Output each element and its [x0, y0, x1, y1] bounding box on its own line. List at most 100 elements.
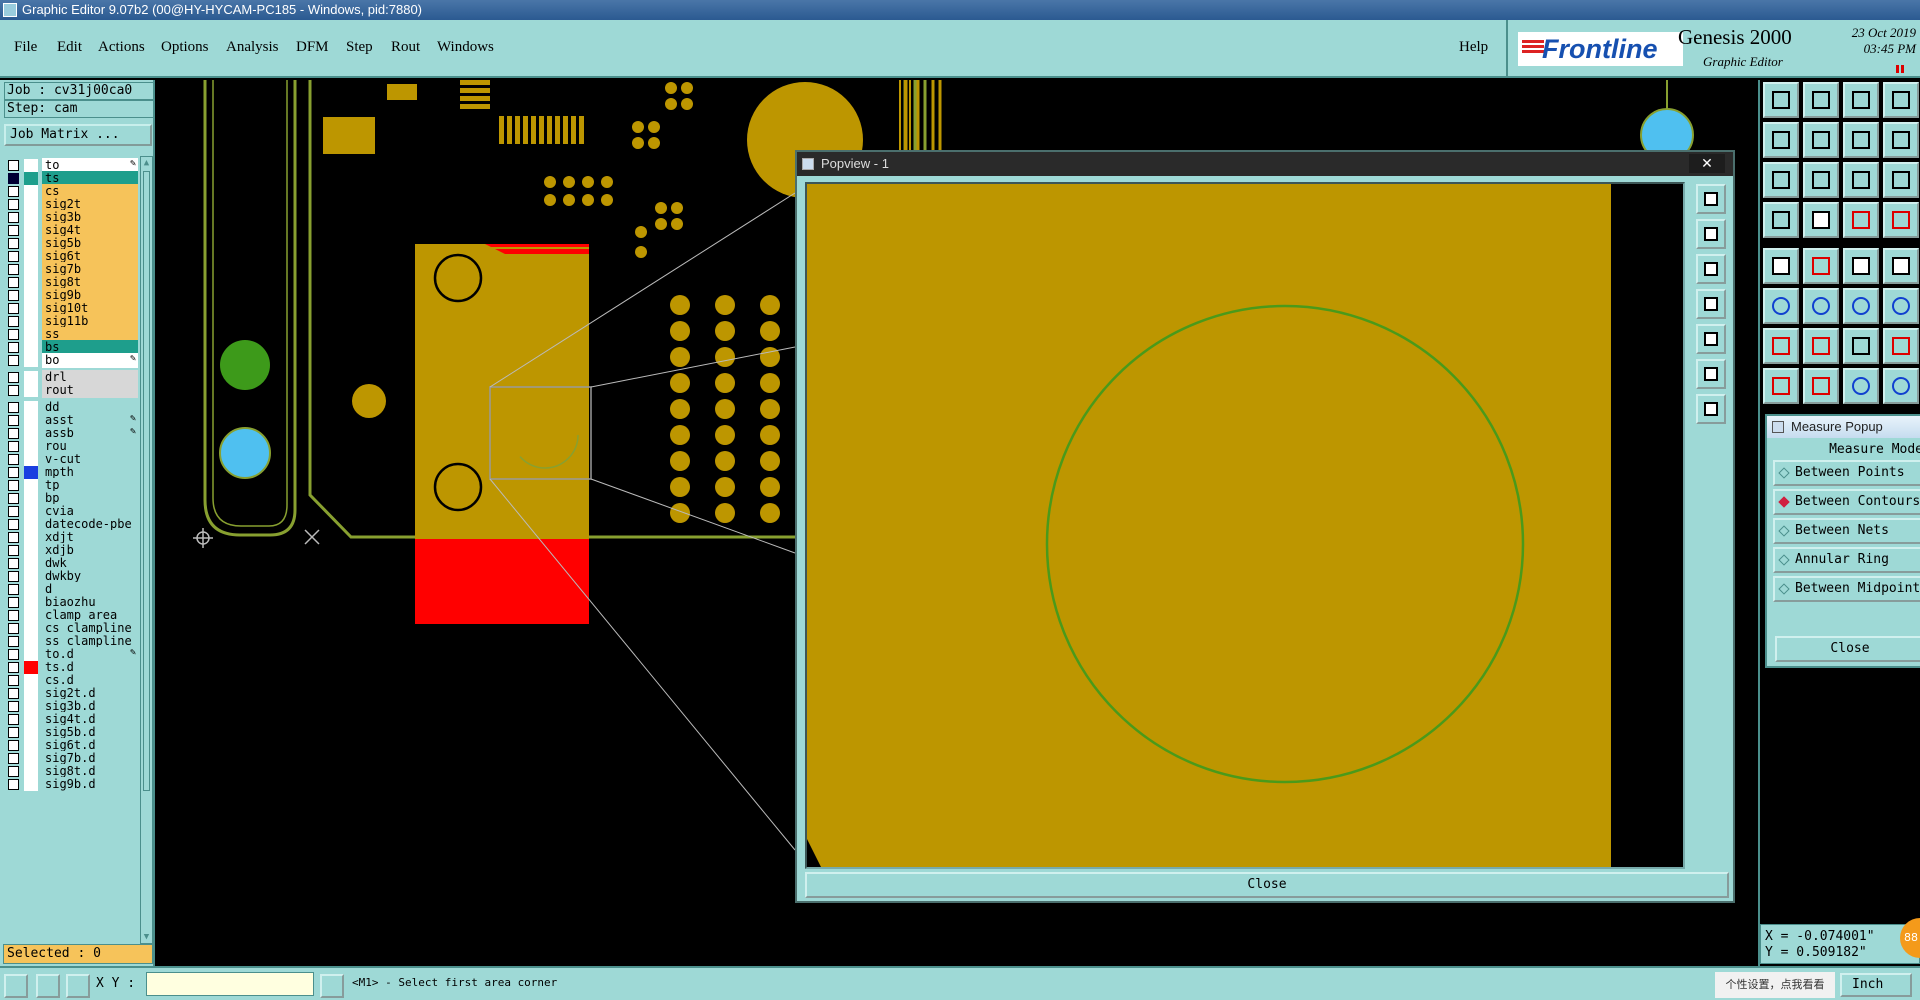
layers-icon[interactable] — [1843, 202, 1879, 238]
layer-checkbox[interactable] — [8, 727, 19, 738]
menu-options[interactable]: Options — [161, 39, 209, 56]
download-icon[interactable] — [1803, 82, 1839, 118]
help-icon[interactable] — [1883, 162, 1919, 198]
popview-canvas[interactable] — [805, 182, 1685, 869]
layer-checkbox[interactable] — [8, 199, 19, 210]
measure-option-between-nets[interactable]: Between Nets — [1773, 518, 1920, 544]
layer-checkbox[interactable] — [8, 766, 19, 777]
snap-icon[interactable] — [1763, 202, 1799, 238]
zoom-corner-icon[interactable] — [4, 974, 28, 998]
layer-checkbox[interactable] — [8, 701, 19, 712]
layer-compare-icon[interactable] — [1883, 202, 1919, 238]
area-icon[interactable] — [1803, 248, 1839, 284]
layer-row-sig9b.d[interactable]: sig9b.d — [4, 777, 139, 792]
info-icon[interactable] — [320, 974, 344, 998]
layer-checkbox[interactable] — [8, 415, 19, 426]
move-left-icon[interactable] — [1763, 122, 1799, 158]
layer-checkbox[interactable] — [8, 532, 19, 543]
layer-checkbox[interactable] — [8, 584, 19, 595]
layer-color-swatch[interactable] — [24, 354, 38, 367]
cross-icon[interactable] — [1803, 288, 1839, 324]
layer-checkbox[interactable] — [8, 372, 19, 383]
layer-checkbox[interactable] — [8, 597, 19, 608]
layer-checkbox[interactable] — [8, 467, 19, 478]
popview-tool-home-icon[interactable] — [1696, 219, 1726, 249]
layer-row-bo[interactable]: bo ✎ — [4, 353, 139, 368]
arc-icon[interactable] — [1843, 328, 1879, 364]
layer-checkbox[interactable] — [8, 173, 19, 184]
point-icon[interactable] — [1843, 288, 1879, 324]
layer-checkbox[interactable] — [8, 545, 19, 556]
layer-checkbox[interactable] — [8, 355, 19, 366]
measure-title-bar[interactable]: Measure Popup — [1767, 416, 1920, 438]
grid-view-icon[interactable] — [1803, 202, 1839, 238]
layer-checkbox[interactable] — [8, 558, 19, 569]
xy-input[interactable] — [146, 972, 314, 996]
layer-checkbox[interactable] — [8, 571, 19, 582]
layer-checkbox[interactable] — [8, 506, 19, 517]
cut-icon[interactable] — [1883, 122, 1919, 158]
measure-option-between-midpoints[interactable]: Between Midpoints — [1773, 576, 1920, 602]
layer-checkbox[interactable] — [8, 740, 19, 751]
layer-checkbox[interactable] — [8, 342, 19, 353]
layer-checkbox[interactable] — [8, 779, 19, 790]
menu-file[interactable]: File — [14, 39, 37, 56]
select-icon[interactable] — [1763, 82, 1799, 118]
layer-checkbox[interactable] — [8, 662, 19, 673]
layer-checkbox[interactable] — [8, 610, 19, 621]
menu-actions[interactable]: Actions — [98, 39, 145, 56]
layer-checkbox[interactable] — [8, 454, 19, 465]
layer-color-swatch[interactable] — [24, 384, 38, 397]
layer-checkbox[interactable] — [8, 316, 19, 327]
layer-color-swatch[interactable] — [24, 778, 38, 791]
popview-tool-zoom-icon[interactable] — [1696, 394, 1726, 424]
layer-checkbox[interactable] — [8, 212, 19, 223]
menu-dfm[interactable]: DFM — [296, 39, 329, 56]
fork-icon[interactable] — [1883, 328, 1919, 364]
connect-icon[interactable] — [1763, 288, 1799, 324]
target-icon[interactable] — [1843, 368, 1879, 404]
popview-tool-zoom-fit-icon[interactable] — [1696, 359, 1726, 389]
layer-checkbox[interactable] — [8, 160, 19, 171]
layer-checkbox[interactable] — [8, 428, 19, 439]
popview-tool-down-icon[interactable] — [1696, 254, 1726, 284]
popview-close-button[interactable]: Close — [805, 872, 1729, 898]
scale-icon[interactable] — [1843, 162, 1879, 198]
layer-checkbox[interactable] — [8, 519, 19, 530]
layer-checkbox[interactable] — [8, 277, 19, 288]
popview-tool-left-icon[interactable] — [1696, 289, 1726, 319]
line-point-icon[interactable] — [1883, 288, 1919, 324]
measure-close-button[interactable]: Close — [1775, 636, 1920, 662]
layer-checkbox[interactable] — [8, 675, 19, 686]
layer-checkbox[interactable] — [8, 688, 19, 699]
layer-row-rout[interactable]: rout — [4, 383, 139, 398]
line-icon[interactable] — [1763, 328, 1799, 364]
layer-checkbox[interactable] — [8, 480, 19, 491]
measure-option-annular-ring[interactable]: Annular Ring — [1773, 547, 1920, 573]
layer-checkbox[interactable] — [8, 714, 19, 725]
mirror-icon[interactable] — [1843, 122, 1879, 158]
layer-checkbox[interactable] — [8, 186, 19, 197]
popview-title-bar[interactable]: Popview - 1 ✕ — [797, 152, 1733, 176]
move-icon[interactable] — [1763, 162, 1799, 198]
units-selector[interactable]: Inch — [1840, 973, 1912, 997]
shapes-icon[interactable] — [1883, 368, 1919, 404]
scroll-up-icon[interactable]: ▲ — [142, 158, 151, 168]
layer-checkbox[interactable] — [8, 225, 19, 236]
layer-checkbox[interactable] — [8, 649, 19, 660]
measure-option-between-contours[interactable]: Between Contours — [1773, 489, 1920, 515]
popview-tool-pan-icon[interactable] — [1696, 184, 1726, 214]
measure-tool-icon[interactable] — [36, 974, 60, 998]
measure-option-between-points[interactable]: Between Points — [1773, 460, 1920, 486]
tray-notification[interactable]: 个性设置，点我看看 — [1715, 972, 1835, 998]
menu-analysis[interactable]: Analysis — [226, 39, 279, 56]
pad-icon[interactable] — [1883, 248, 1919, 284]
layer-name[interactable]: bo — [42, 353, 138, 368]
popview-tool-right-icon[interactable] — [1696, 324, 1726, 354]
scroll-thumb[interactable] — [143, 171, 150, 791]
layer-scrollbar[interactable]: ▲ ▼ — [140, 156, 153, 944]
layer-checkbox[interactable] — [8, 264, 19, 275]
grid-icon[interactable] — [66, 974, 90, 998]
layer-checkbox[interactable] — [8, 251, 19, 262]
layer-checkbox[interactable] — [8, 238, 19, 249]
